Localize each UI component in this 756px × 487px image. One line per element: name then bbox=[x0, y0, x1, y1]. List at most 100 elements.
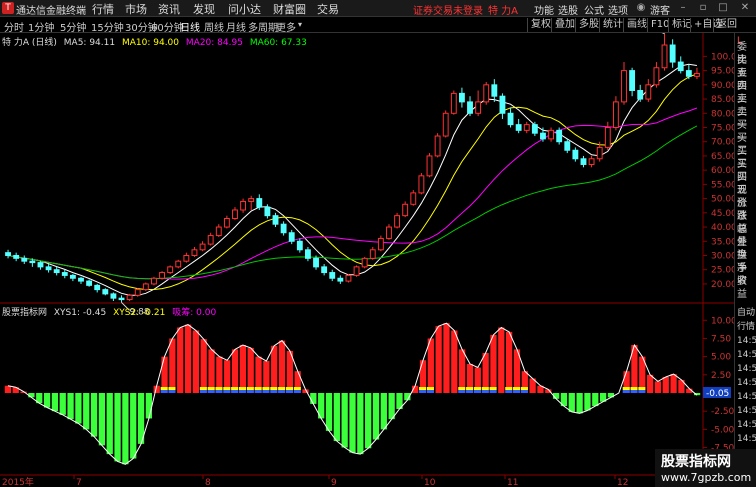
period-more[interactable]: 更多 bbox=[276, 19, 296, 34]
menu-gongshi[interactable]: 公式 bbox=[584, 2, 604, 17]
period-5min[interactable]: 5分钟 bbox=[60, 19, 86, 34]
accumulation-mark bbox=[231, 387, 239, 390]
candle-body bbox=[677, 61, 684, 72]
period-daily[interactable]: 日线 bbox=[180, 19, 200, 34]
ma20-legend: MA20: 84.95 bbox=[185, 38, 243, 48]
period-weekly[interactable]: 周线 bbox=[204, 19, 224, 34]
candle-body bbox=[377, 237, 384, 251]
xys2-legend: XYS2: -0.21 bbox=[113, 308, 166, 318]
date-label: 2015年 bbox=[2, 476, 34, 487]
accumulation-mark bbox=[199, 390, 207, 393]
ma60-line bbox=[8, 125, 698, 280]
menu-wenxiaoda[interactable]: 问小达 bbox=[228, 1, 261, 17]
guest-label[interactable]: 游客 bbox=[650, 2, 670, 17]
accumulation-mark bbox=[419, 390, 427, 393]
menu-xuanxiang[interactable]: 选项 bbox=[608, 2, 628, 17]
diejia-button[interactable]: 叠加 bbox=[551, 18, 578, 32]
price-annotations: 108.009.88 bbox=[121, 33, 665, 317]
accumulation-mark bbox=[489, 390, 497, 393]
ma5-legend: MA5: 94.11 bbox=[63, 38, 116, 48]
app-name: 通达信金融终端 bbox=[16, 6, 86, 17]
candle-body bbox=[588, 158, 595, 165]
date-label: 11 bbox=[507, 478, 518, 487]
candle-body bbox=[580, 158, 587, 165]
candle-body bbox=[418, 175, 425, 194]
user-icon[interactable]: ◉ bbox=[634, 1, 648, 15]
candle-body bbox=[475, 101, 482, 114]
huaxian-button[interactable]: 画线 bbox=[623, 18, 650, 32]
period-monthly[interactable]: 月线 bbox=[226, 19, 246, 34]
candle-body bbox=[523, 124, 530, 131]
ma20-line bbox=[8, 107, 698, 280]
tongji-button[interactable]: 统计 bbox=[599, 18, 626, 32]
accumulation-mark bbox=[285, 387, 293, 390]
watermark-logo: 股票指标网 www.7gpzb.com bbox=[655, 449, 756, 487]
accumulation-mark bbox=[458, 390, 466, 393]
accumulation-mark bbox=[278, 390, 286, 393]
menu-jiaoyi[interactable]: 交易 bbox=[317, 1, 339, 17]
accumulation-mark bbox=[223, 390, 231, 393]
candle-body bbox=[61, 272, 68, 276]
more-chevron-icon[interactable]: ▾ bbox=[298, 20, 302, 29]
accumulation-mark bbox=[630, 387, 638, 390]
menu-gongneng[interactable]: 功能 bbox=[534, 2, 554, 17]
menu-zixun[interactable]: 资讯 bbox=[158, 1, 180, 17]
fuquan-button[interactable]: 复权 bbox=[527, 18, 554, 32]
restore-icon[interactable]: ▫ bbox=[696, 1, 710, 15]
accumulation-mark bbox=[630, 390, 638, 393]
close-icon[interactable]: ✕ bbox=[738, 1, 752, 15]
accumulation-mark bbox=[481, 390, 489, 393]
candle-body bbox=[232, 209, 238, 220]
login-notice[interactable]: 证券交易未登录 bbox=[413, 2, 483, 17]
period-15min[interactable]: 15分钟 bbox=[91, 19, 124, 34]
right-quote-panel: L 委比 卖五 卖四 卖三 卖二 卖一 买一 买二 买三 买四 买五 现价 涨跌 涨幅 总量 外盘 换手 净资 收益… bbox=[734, 33, 756, 487]
candle-body bbox=[386, 226, 392, 239]
period-1min[interactable]: 1分钟 bbox=[28, 19, 54, 34]
maximize-icon[interactable]: □ bbox=[716, 1, 730, 15]
candle-body bbox=[264, 206, 271, 217]
candle-body bbox=[288, 232, 295, 242]
accumulation-mark bbox=[231, 390, 239, 393]
app-logo: T bbox=[2, 2, 14, 14]
candle-body bbox=[612, 101, 619, 128]
minimize-icon[interactable]: – bbox=[676, 1, 690, 15]
candle-body bbox=[94, 284, 101, 291]
tick-time-3: 14:50 bbox=[737, 350, 756, 360]
menu-xuangu[interactable]: 选股 bbox=[558, 2, 578, 17]
menu-caifuquan[interactable]: 财富圈 bbox=[273, 1, 306, 17]
menu-hangqing[interactable]: 行情 bbox=[92, 1, 114, 17]
menu-shichang[interactable]: 市场 bbox=[125, 1, 147, 17]
candle-body bbox=[321, 266, 328, 274]
candle-body bbox=[450, 92, 457, 114]
watermark-url: www.7gpzb.com bbox=[661, 471, 752, 484]
candle-body bbox=[86, 280, 93, 286]
candle-body bbox=[313, 257, 319, 268]
accumulation-mark bbox=[215, 387, 223, 390]
menu-faxian[interactable]: 发现 bbox=[193, 1, 215, 17]
chart-canvas[interactable]: 100.0095.0090.0085.0080.0075.0070.0065.0… bbox=[0, 33, 756, 487]
accumulation-mark bbox=[238, 387, 246, 390]
duogu-button[interactable]: 多股 bbox=[575, 18, 602, 32]
candle-body bbox=[118, 297, 125, 301]
period-multi[interactable]: 多周期 bbox=[248, 19, 278, 34]
date-axis: 2015年 7 8 9 10 11 12 bbox=[2, 475, 628, 487]
fanhui-button[interactable]: 返回 bbox=[713, 18, 740, 32]
accumulation-mark bbox=[419, 387, 427, 390]
candle-body bbox=[410, 192, 417, 205]
candle-body bbox=[458, 92, 465, 103]
accumulation-mark bbox=[638, 390, 646, 393]
accumulation-mark bbox=[262, 387, 270, 390]
candle-body bbox=[653, 67, 660, 86]
rkl-legend: 吸筹: 0.00 bbox=[172, 308, 217, 318]
period-60min[interactable]: 60分钟 bbox=[151, 19, 184, 34]
candle-body bbox=[102, 289, 109, 295]
candle-body bbox=[53, 269, 60, 274]
accumulation-mark bbox=[638, 387, 646, 390]
accumulation-mark bbox=[215, 390, 223, 393]
accumulation-mark bbox=[622, 390, 630, 393]
candle-body bbox=[661, 44, 668, 69]
period-fenshi[interactable]: 分时 bbox=[4, 19, 24, 34]
candle-body bbox=[353, 266, 360, 276]
candle-body bbox=[402, 203, 409, 217]
accumulation-mark bbox=[293, 390, 301, 393]
